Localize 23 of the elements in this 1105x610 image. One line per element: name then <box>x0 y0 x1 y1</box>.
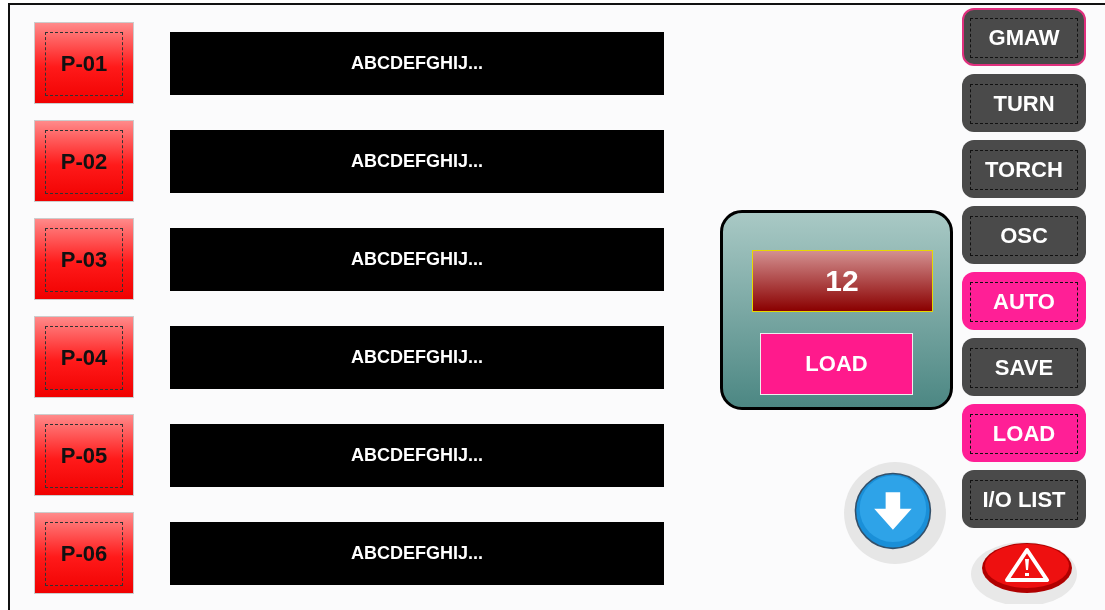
program-name-display: ABCDEFGHIJ... <box>170 423 664 487</box>
menu-button[interactable]: OSC <box>962 206 1086 264</box>
program-name-display: ABCDEFGHIJ... <box>170 227 664 291</box>
menu-button[interactable]: LOAD <box>962 404 1086 462</box>
program-button[interactable]: P-02 <box>34 120 134 202</box>
menu-button[interactable]: TURN <box>962 74 1086 132</box>
down-arrow-button[interactable] <box>843 461 947 565</box>
program-name-display: ABCDEFGHIJ... <box>170 521 664 585</box>
program-number-display: 12 <box>751 250 933 312</box>
program-button[interactable]: P-06 <box>34 512 134 594</box>
menu-button[interactable]: AUTO <box>962 272 1086 330</box>
program-button[interactable]: P-04 <box>34 316 134 398</box>
menu-button[interactable]: TORCH <box>962 140 1086 198</box>
program-name-display: ABCDEFGHIJ... <box>170 31 664 95</box>
menu-button[interactable]: GMAW <box>962 8 1086 66</box>
load-button[interactable]: LOAD <box>760 333 913 395</box>
program-name-display: ABCDEFGHIJ... <box>170 325 664 389</box>
program-button[interactable]: P-05 <box>34 414 134 496</box>
program-button[interactable]: P-03 <box>34 218 134 300</box>
program-name-display: ABCDEFGHIJ... <box>170 129 664 193</box>
menu-button[interactable]: I/O LIST <box>962 470 1086 528</box>
program-button[interactable]: P-01 <box>34 22 134 104</box>
menu-button[interactable]: SAVE <box>962 338 1086 396</box>
